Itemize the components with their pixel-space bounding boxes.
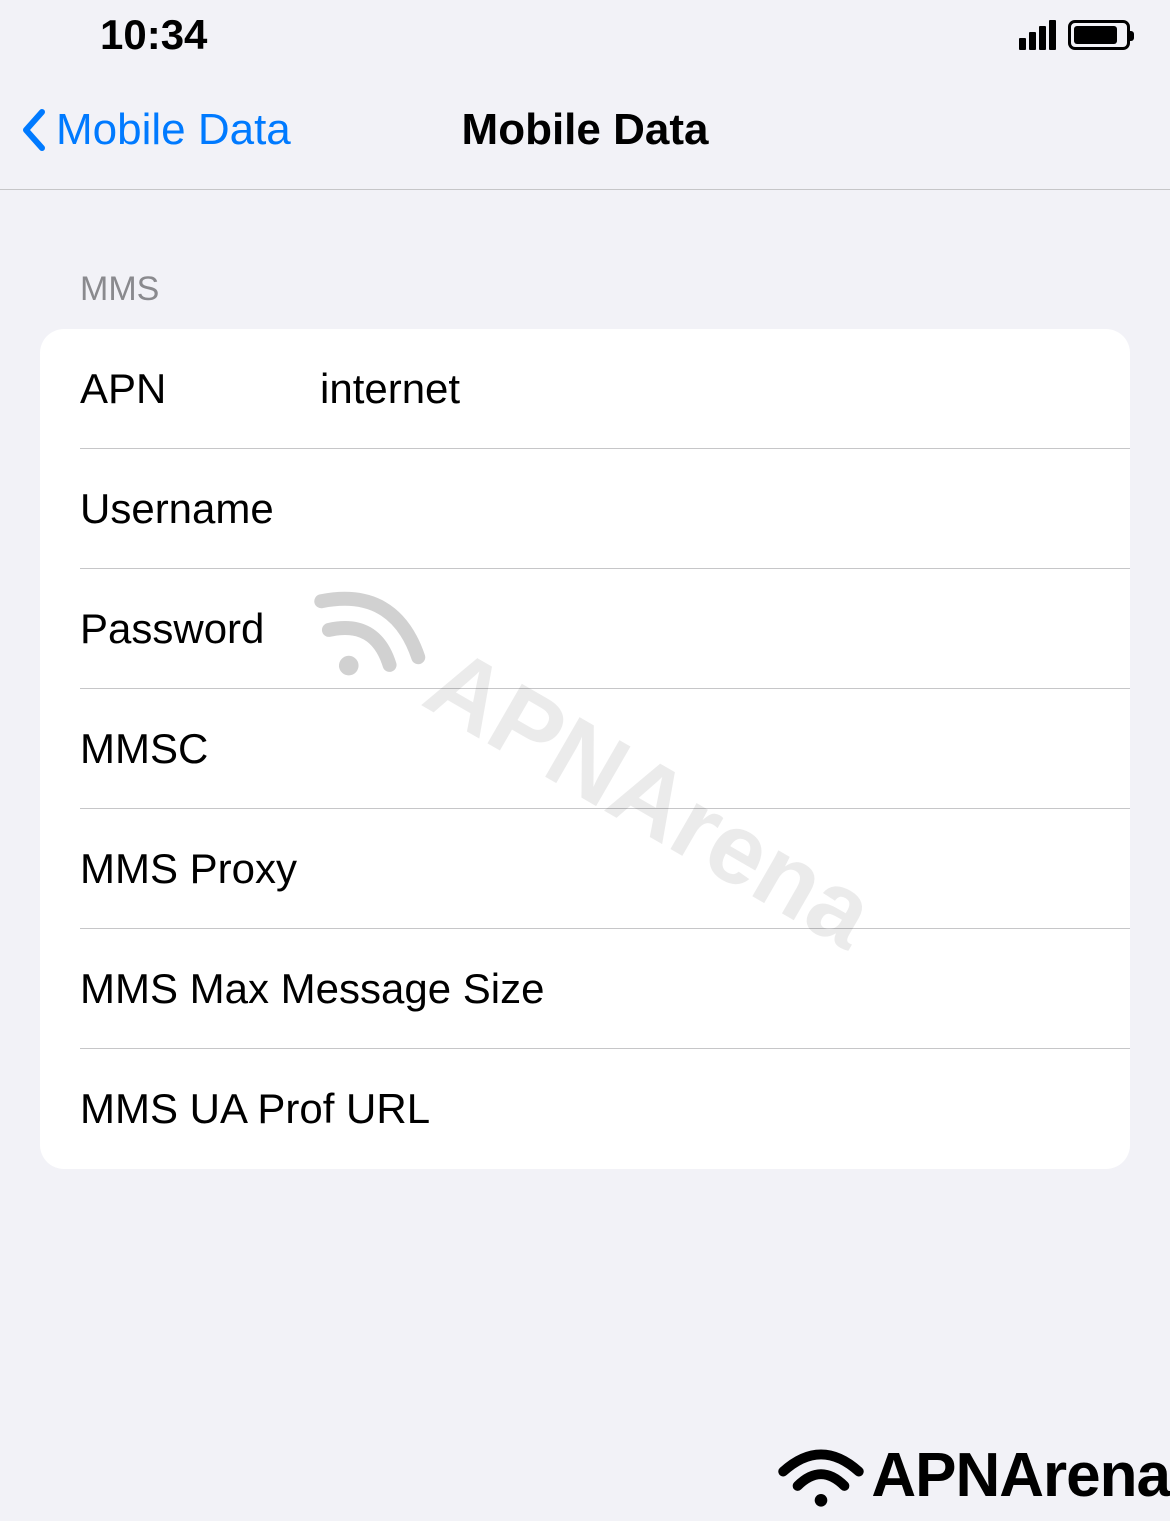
mms-ua-prof-row[interactable]: MMS UA Prof URL xyxy=(40,1049,1130,1169)
back-button-label: Mobile Data xyxy=(56,105,291,155)
page-title: Mobile Data xyxy=(462,105,709,155)
settings-group: APN Username Password MMSC MMS Proxy MMS… xyxy=(40,329,1130,1169)
section-header-mms: MMS xyxy=(40,270,1130,309)
back-button[interactable]: Mobile Data xyxy=(0,105,291,155)
password-row[interactable]: Password xyxy=(40,569,1130,689)
mmsc-input[interactable] xyxy=(320,725,1130,773)
apn-label: APN xyxy=(80,365,320,413)
mms-max-size-label: MMS Max Message Size xyxy=(80,965,1130,1013)
mms-proxy-label: MMS Proxy xyxy=(80,845,1130,893)
cellular-signal-icon xyxy=(1019,20,1056,50)
username-input[interactable] xyxy=(320,485,1130,533)
battery-icon xyxy=(1068,20,1130,50)
username-row[interactable]: Username xyxy=(40,449,1130,569)
password-input[interactable] xyxy=(320,605,1130,653)
status-bar: 10:34 xyxy=(0,0,1170,70)
status-indicators xyxy=(1019,20,1130,50)
navigation-bar: Mobile Data Mobile Data xyxy=(0,70,1170,190)
footer-brand-logo: APNArena xyxy=(776,1440,1170,1511)
apn-input[interactable] xyxy=(320,365,1130,413)
mmsc-row[interactable]: MMSC xyxy=(40,689,1130,809)
mmsc-label: MMSC xyxy=(80,725,320,773)
apn-row[interactable]: APN xyxy=(40,329,1130,449)
chevron-left-icon xyxy=(20,108,46,152)
mms-proxy-row[interactable]: MMS Proxy xyxy=(40,809,1130,929)
password-label: Password xyxy=(80,605,320,653)
username-label: Username xyxy=(80,485,320,533)
mms-ua-prof-label: MMS UA Prof URL xyxy=(80,1085,1130,1133)
footer-brand-text: APNArena xyxy=(871,1440,1170,1511)
mms-max-size-row[interactable]: MMS Max Message Size xyxy=(40,929,1130,1049)
content-area: MMS APN Username Password MMSC MMS Proxy… xyxy=(0,190,1170,1169)
wifi-icon xyxy=(776,1441,866,1511)
status-time: 10:34 xyxy=(100,11,207,59)
